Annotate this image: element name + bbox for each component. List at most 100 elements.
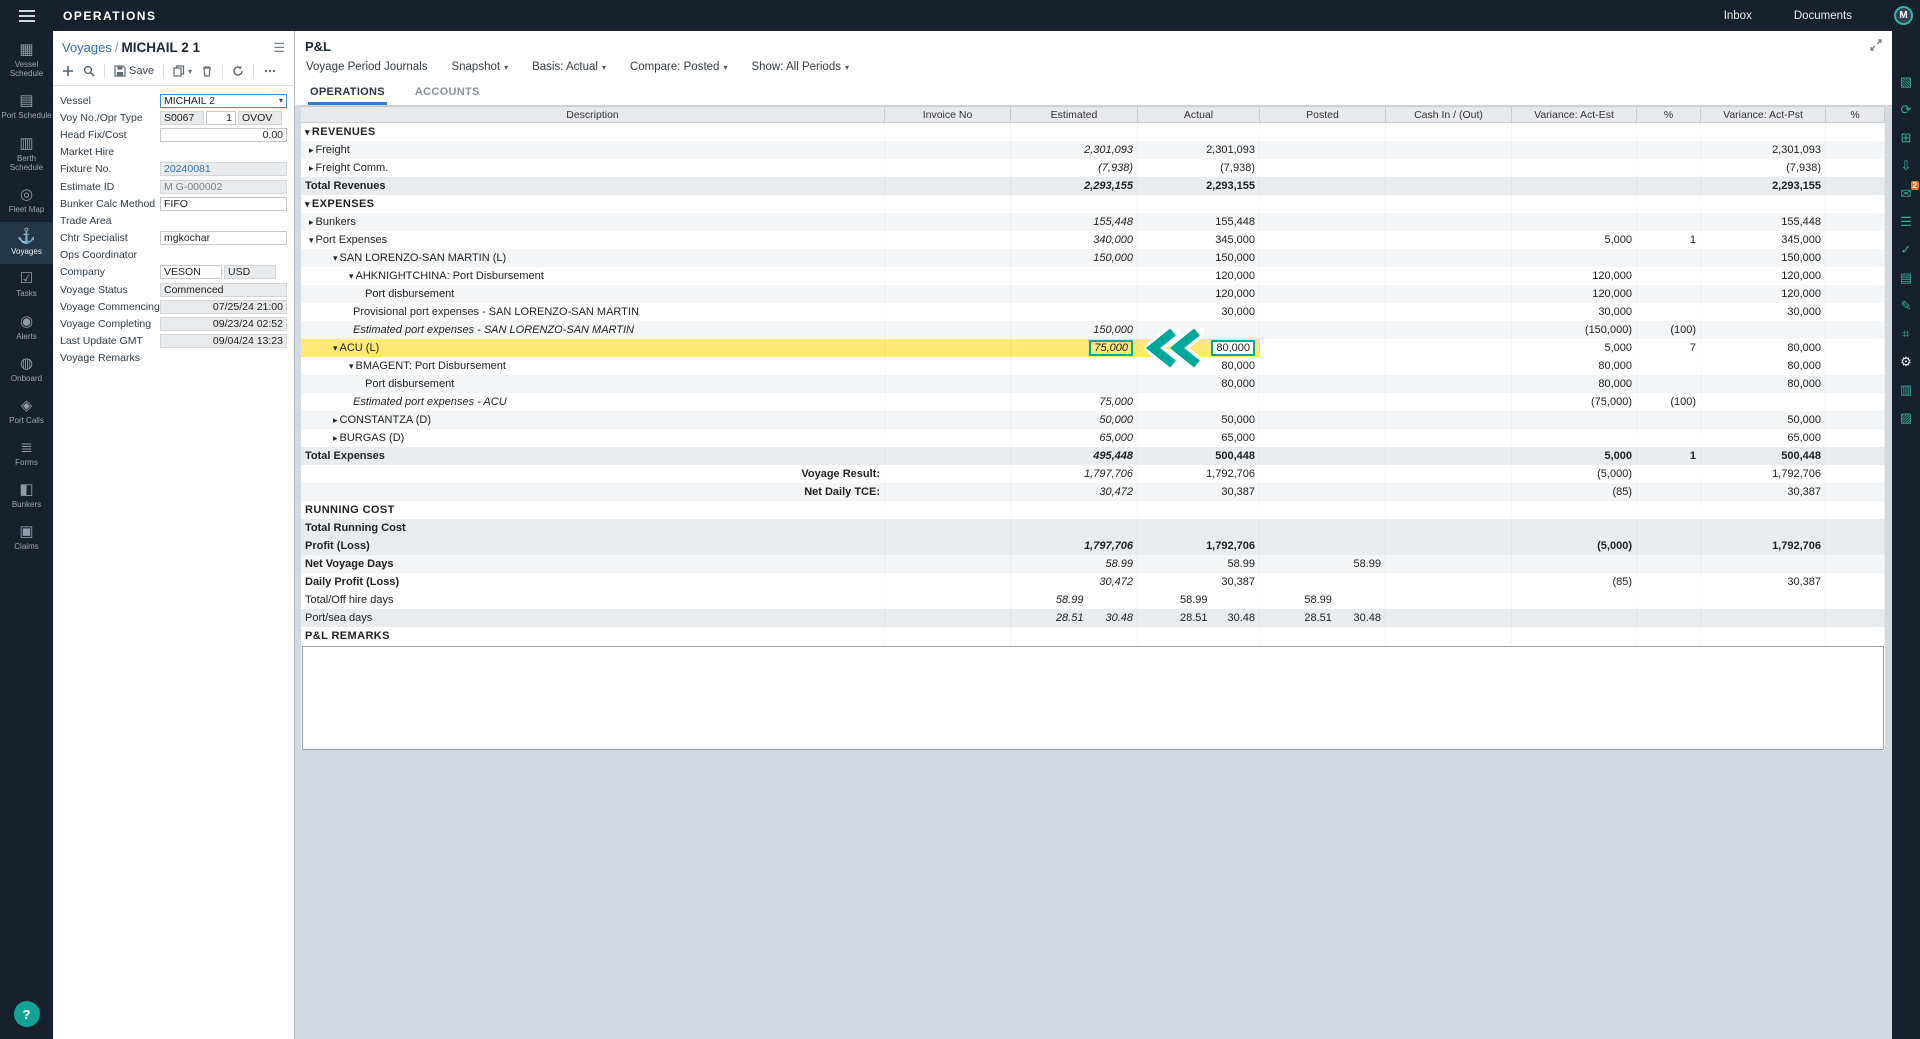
- field-input-vessel[interactable]: MICHAIL 2▾: [160, 94, 287, 108]
- table-row-port-disbursement[interactable]: Port disbursement80,00080,00080,000: [301, 375, 1885, 393]
- table-row-voyage-result[interactable]: Voyage Result:1,797,7061,792,706(5,000)1…: [301, 465, 1885, 483]
- table-row-profit-loss[interactable]: Profit (Loss)1,797,7061,792,706(5,000)1,…: [301, 537, 1885, 555]
- sidebar-item-claims[interactable]: ▣Claims: [0, 517, 53, 559]
- sidebar-item-berth-schedule[interactable]: ▥Berth Schedule: [0, 129, 53, 180]
- table-row-total-running-cost[interactable]: Total Running Cost: [301, 519, 1885, 537]
- tasks-check-icon[interactable]: ✓: [1896, 241, 1916, 258]
- sidebar-item-port-calls[interactable]: ◈Port Calls: [0, 391, 53, 433]
- sidebar-item-port-schedule[interactable]: ▤Port Schedule: [0, 86, 53, 128]
- column-header-description-0[interactable]: Description: [301, 107, 885, 122]
- field-input-head-fix-cost[interactable]: 0.00: [160, 128, 287, 142]
- table-row-revenues[interactable]: ▾REVENUES: [301, 123, 1885, 141]
- table-row-net-daily-tce[interactable]: Net Daily TCE:30,47230,387(85)30,387: [301, 483, 1885, 501]
- table-row-total-revenues[interactable]: Total Revenues2,293,1552,293,1552,293,15…: [301, 177, 1885, 195]
- analytics-icon[interactable]: ▧: [1896, 73, 1916, 90]
- column-header-posted-4[interactable]: Posted: [1260, 107, 1386, 122]
- field-input-voyage-commencing[interactable]: 07/25/24 21:00: [160, 300, 287, 314]
- column-header-actual-3[interactable]: Actual: [1138, 107, 1260, 122]
- column-header-variance-act-est-6[interactable]: Variance: Act-Est: [1512, 107, 1637, 122]
- print-icon[interactable]: ⊞: [1896, 129, 1916, 146]
- field-input-fixture-no[interactable]: 20240081: [160, 162, 287, 176]
- documents-link[interactable]: Documents: [1794, 10, 1852, 22]
- field-input-company-0[interactable]: VESON: [160, 265, 222, 279]
- refresh-icon[interactable]: [232, 65, 244, 77]
- save-icon[interactable]: Save: [114, 65, 154, 77]
- table-row-provisional-port-expenses-san-lorenzo-san-martin[interactable]: Provisional port expenses - SAN LORENZO-…: [301, 303, 1885, 321]
- expander-collapse-icon[interactable]: ▾: [305, 199, 310, 210]
- sidebar-item-fleet-map[interactable]: ◎Fleet Map: [0, 180, 53, 222]
- table-row-port-disbursement[interactable]: Port disbursement120,000120,000120,000: [301, 285, 1885, 303]
- column-header-cash-in-out-5[interactable]: Cash In / (Out): [1386, 107, 1512, 122]
- help-button[interactable]: ?: [14, 1001, 40, 1027]
- column-header-invoice-no-1[interactable]: Invoice No: [885, 107, 1011, 122]
- tab-operations[interactable]: OPERATIONS: [308, 80, 387, 105]
- panel-menu-icon[interactable]: ☰: [273, 41, 285, 54]
- pnl-toolbar-snapshot[interactable]: Snapshot▾: [451, 61, 508, 73]
- add-icon[interactable]: [62, 65, 74, 77]
- table-row-constantza-d[interactable]: ▸CONSTANTZA (D)50,00050,00050,000: [301, 411, 1885, 429]
- column-header--9[interactable]: %: [1826, 107, 1885, 122]
- field-input-voy-no-opr-type-1[interactable]: 1: [206, 111, 236, 125]
- expander-collapse-icon[interactable]: ▾: [305, 127, 310, 138]
- expander-collapse-icon[interactable]: ▾: [309, 235, 314, 246]
- expander-expand-icon[interactable]: ▸: [333, 415, 338, 426]
- report-icon[interactable]: ▤: [1896, 269, 1916, 286]
- expander-expand-icon[interactable]: ▸: [309, 217, 314, 228]
- pnl-remarks-input[interactable]: [302, 646, 1884, 750]
- column-header-estimated-2[interactable]: Estimated: [1011, 107, 1138, 122]
- pnl-toolbar-voyage-period-journals[interactable]: Voyage Period Journals: [306, 61, 427, 73]
- table-row-burgas-d[interactable]: ▸BURGAS (D)65,00065,00065,000: [301, 429, 1885, 447]
- table-row-acu-l[interactable]: ▾ACU (L)75,00080,0005,000780,000: [301, 339, 1885, 357]
- expand-icon[interactable]: [1870, 39, 1882, 54]
- sidebar-item-forms[interactable]: ≣Forms: [0, 433, 53, 475]
- table-row-running-cost[interactable]: RUNNING COST: [301, 501, 1885, 519]
- table-row-net-voyage-days[interactable]: Net Voyage Days58.9958.9958.99: [301, 555, 1885, 573]
- table-row-daily-profit-loss[interactable]: Daily Profit (Loss)30,47230,387(85)30,38…: [301, 573, 1885, 591]
- field-input-bunker-calc-method[interactable]: FIFO: [160, 197, 287, 211]
- field-input-voy-no-opr-type-0[interactable]: S0067: [160, 111, 204, 125]
- expander-collapse-icon[interactable]: ▾: [333, 253, 338, 264]
- column-header--7[interactable]: %: [1637, 107, 1701, 122]
- table-row-p-l-remarks[interactable]: P&L REMARKS: [301, 627, 1885, 645]
- table-row-port-expenses[interactable]: ▾Port Expenses340,000345,0005,0001345,00…: [301, 231, 1885, 249]
- list-icon[interactable]: ☰: [1896, 213, 1916, 230]
- field-input-estimate-id[interactable]: M G-000002: [160, 180, 287, 194]
- breadcrumb-voyages-link[interactable]: Voyages: [62, 40, 112, 55]
- table-row-total-off-hire-days[interactable]: Total/Off hire days58.9958.9958.99: [301, 591, 1885, 609]
- sidebar-item-bunkers[interactable]: ◧Bunkers: [0, 475, 53, 517]
- table-row-estimated-port-expenses-san-lorenzo-san-martin[interactable]: Estimated port expenses - SAN LORENZO-SA…: [301, 321, 1885, 339]
- field-input-last-update-gmt[interactable]: 09/04/24 13:23: [160, 334, 287, 348]
- table-row-total-expenses[interactable]: Total Expenses495,448500,4485,0001500,44…: [301, 447, 1885, 465]
- table-row-expenses[interactable]: ▾EXPENSES: [301, 195, 1885, 213]
- table-row-san-lorenzo-san-martin-l[interactable]: ▾SAN LORENZO-SAN MARTIN (L)150,000150,00…: [301, 249, 1885, 267]
- column-header-variance-act-pst-8[interactable]: Variance: Act-Pst: [1701, 107, 1826, 122]
- table-row-bunkers[interactable]: ▸Bunkers155,448155,448155,448: [301, 213, 1885, 231]
- delete-icon[interactable]: [201, 65, 213, 77]
- expander-expand-icon[interactable]: ▸: [309, 145, 314, 156]
- field-input-company-1[interactable]: USD: [224, 265, 276, 279]
- sidebar-item-vessel-schedule[interactable]: ▦Vessel Schedule: [0, 35, 53, 86]
- field-input-voyage-status[interactable]: Commenced: [160, 283, 287, 297]
- table-row-ahknightchina-port-disbursement[interactable]: ▾AHKNIGHTCHINA: Port Disbursement120,000…: [301, 267, 1885, 285]
- expander-collapse-icon[interactable]: ▾: [349, 361, 354, 372]
- sidebar-item-onboard[interactable]: ◍Onboard: [0, 349, 53, 391]
- expander-expand-icon[interactable]: ▸: [333, 433, 338, 444]
- pnl-toolbar-show-all-periods[interactable]: Show: All Periods▾: [751, 61, 849, 73]
- download-icon[interactable]: ⇩: [1896, 157, 1916, 174]
- chart-bar-icon[interactable]: ▨: [1896, 409, 1916, 426]
- field-input-chtr-specialist[interactable]: mgkochar: [160, 231, 287, 245]
- sidebar-item-tasks[interactable]: ☑Tasks: [0, 264, 53, 306]
- calculator-icon[interactable]: ⌗: [1896, 325, 1916, 342]
- sidebar-item-voyages[interactable]: ⚓Voyages: [0, 222, 53, 264]
- sidebar-item-alerts[interactable]: ◉Alerts: [0, 307, 53, 349]
- columns-icon[interactable]: ▥: [1896, 381, 1916, 398]
- field-input-voy-no-opr-type-2[interactable]: OVOV: [238, 111, 282, 125]
- table-row-port-sea-days[interactable]: Port/sea days28.5130.4828.5130.4828.5130…: [301, 609, 1885, 627]
- refresh-icon[interactable]: ⟳: [1896, 101, 1916, 118]
- edit-icon[interactable]: ✎: [1896, 297, 1916, 314]
- inbox-link[interactable]: Inbox: [1724, 10, 1752, 22]
- field-input-voyage-completing[interactable]: 09/23/24 02:52: [160, 317, 287, 331]
- table-row-bmagent-port-disbursement[interactable]: ▾BMAGENT: Port Disbursement80,00080,0008…: [301, 357, 1885, 375]
- table-row-freight[interactable]: ▸Freight2,301,0932,301,0932,301,093: [301, 141, 1885, 159]
- expander-collapse-icon[interactable]: ▾: [349, 271, 354, 282]
